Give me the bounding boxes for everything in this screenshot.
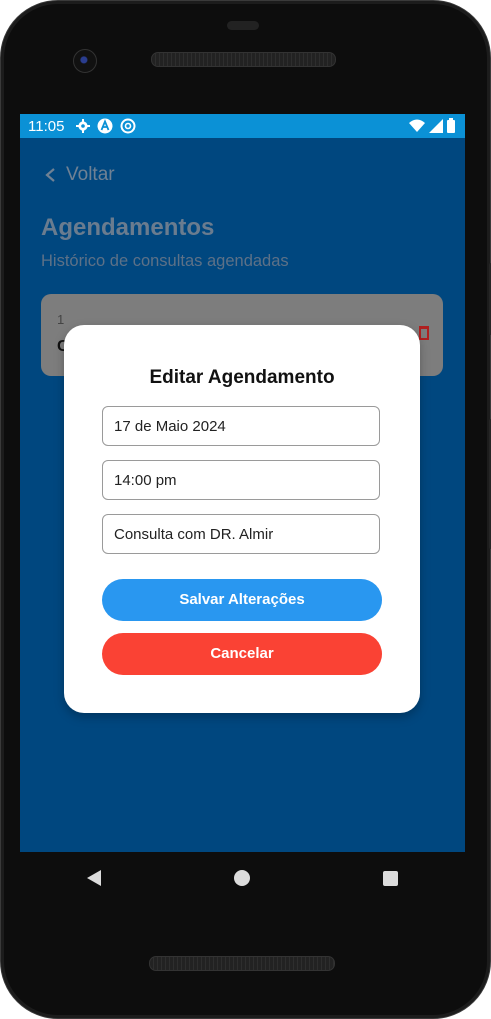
nav-recents-button[interactable] xyxy=(371,858,411,898)
sensor xyxy=(227,21,259,30)
earpiece-speaker xyxy=(151,52,336,67)
status-icons-right xyxy=(409,118,455,133)
wifi-icon xyxy=(409,119,425,133)
agendamentos-page: Voltar Agendamentos Histórico de consult… xyxy=(20,138,465,852)
status-time: 11:05 xyxy=(28,117,65,135)
home-icon xyxy=(234,870,251,886)
signal-icon xyxy=(429,118,443,133)
settings-icon xyxy=(76,119,91,133)
front-camera xyxy=(73,49,97,73)
navigation-bar xyxy=(20,852,465,904)
card-date: 1 xyxy=(57,312,65,327)
cancel-button[interactable]: Cancelar xyxy=(102,633,382,675)
description-field[interactable] xyxy=(102,514,380,554)
modal-title: Editar Agendamento xyxy=(149,367,335,388)
back-label: Voltar xyxy=(66,164,115,185)
time-field[interactable] xyxy=(102,460,380,500)
back-icon xyxy=(87,870,102,886)
at-sync-icon xyxy=(120,118,136,134)
status-bar: 11:05 xyxy=(20,114,465,138)
page-subtitle: Histórico de consultas agendadas xyxy=(41,252,289,270)
edit-appointment-modal: Editar Agendamento Salvar Alterações Can… xyxy=(64,325,420,713)
date-field[interactable] xyxy=(102,406,380,446)
nav-home-button[interactable] xyxy=(222,858,262,898)
battery-icon xyxy=(447,118,455,133)
chevron-left-icon xyxy=(44,167,56,183)
status-icons-left xyxy=(76,118,136,134)
nav-back-button[interactable] xyxy=(74,858,114,898)
page-title: Agendamentos xyxy=(41,214,215,241)
a-badge-icon xyxy=(97,118,113,134)
recents-icon xyxy=(383,870,399,886)
save-changes-button[interactable]: Salvar Alterações xyxy=(102,579,382,621)
trash-icon[interactable] xyxy=(419,326,429,340)
back-button[interactable]: Voltar xyxy=(44,164,115,186)
bottom-speaker xyxy=(149,956,335,971)
app-screen: 11:05 Voltar Agendamentos Histórico de c… xyxy=(20,114,465,852)
